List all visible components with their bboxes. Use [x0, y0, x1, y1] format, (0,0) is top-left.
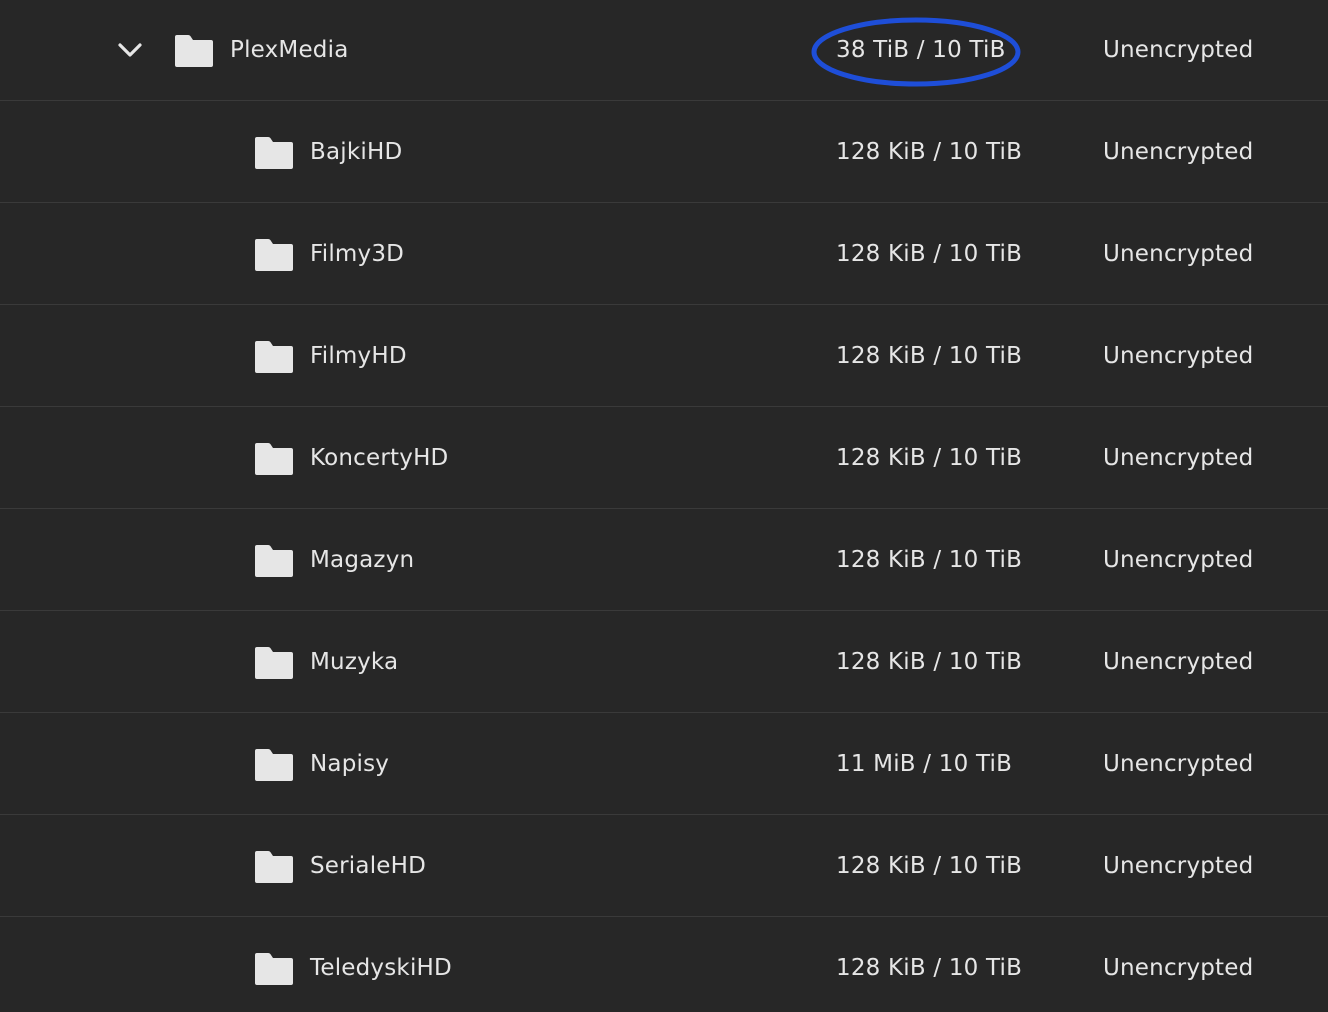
dataset-row-filmy3d[interactable]: Filmy3D 128 KiB / 10 TiB Unencrypted: [0, 204, 1328, 305]
dataset-encryption: Unencrypted: [1103, 751, 1254, 777]
dataset-name: SerialeHD: [310, 853, 427, 879]
folder-icon: [255, 137, 293, 169]
dataset-name: FilmyHD: [310, 343, 407, 369]
dataset-encryption: Unencrypted: [1103, 853, 1254, 879]
dataset-usage: 128 KiB / 10 TiB: [836, 139, 1023, 165]
folder-icon: [255, 749, 293, 781]
dataset-usage: 128 KiB / 10 TiB: [836, 343, 1023, 369]
dataset-encryption: Unencrypted: [1103, 37, 1254, 63]
folder-icon: [255, 647, 293, 679]
dataset-name: Magazyn: [310, 547, 415, 573]
folder-icon: [255, 545, 293, 577]
dataset-tree: PlexMedia 38 TiB / 10 TiB Unencrypted Ba…: [0, 0, 1328, 1012]
dataset-encryption: Unencrypted: [1103, 445, 1254, 471]
dataset-row-plexmedia[interactable]: PlexMedia 38 TiB / 10 TiB Unencrypted: [0, 0, 1328, 101]
dataset-name: PlexMedia: [230, 37, 349, 63]
dataset-row-teledyskihd[interactable]: TeledyskiHD 128 KiB / 10 TiB Unencrypted: [0, 918, 1328, 1012]
dataset-name: Muzyka: [310, 649, 399, 675]
chevron-down-icon[interactable]: [112, 36, 148, 66]
folder-icon: [255, 851, 293, 883]
dataset-usage: 128 KiB / 10 TiB: [836, 649, 1023, 675]
dataset-name: BajkiHD: [310, 139, 403, 165]
dataset-encryption: Unencrypted: [1103, 955, 1254, 981]
dataset-encryption: Unencrypted: [1103, 241, 1254, 267]
dataset-row-magazyn[interactable]: Magazyn 128 KiB / 10 TiB Unencrypted: [0, 510, 1328, 611]
dataset-name: KoncertyHD: [310, 445, 449, 471]
folder-icon: [255, 239, 293, 271]
dataset-usage: 11 MiB / 10 TiB: [836, 751, 1013, 777]
dataset-usage: 128 KiB / 10 TiB: [836, 547, 1023, 573]
dataset-row-napisy[interactable]: Napisy 11 MiB / 10 TiB Unencrypted: [0, 714, 1328, 815]
dataset-encryption: Unencrypted: [1103, 139, 1254, 165]
dataset-usage: 128 KiB / 10 TiB: [836, 241, 1023, 267]
dataset-usage: 128 KiB / 10 TiB: [836, 445, 1023, 471]
dataset-usage: 128 KiB / 10 TiB: [836, 853, 1023, 879]
dataset-row-filmyhd[interactable]: FilmyHD 128 KiB / 10 TiB Unencrypted: [0, 306, 1328, 407]
dataset-row-serialehd[interactable]: SerialeHD 128 KiB / 10 TiB Unencrypted: [0, 816, 1328, 917]
dataset-row-bajkihd[interactable]: BajkiHD 128 KiB / 10 TiB Unencrypted: [0, 102, 1328, 203]
dataset-name: Napisy: [310, 751, 390, 777]
folder-icon: [255, 443, 293, 475]
dataset-usage: 128 KiB / 10 TiB: [836, 955, 1023, 981]
dataset-row-muzyka[interactable]: Muzyka 128 KiB / 10 TiB Unencrypted: [0, 612, 1328, 713]
dataset-encryption: Unencrypted: [1103, 547, 1254, 573]
folder-icon: [255, 953, 293, 985]
folder-icon: [255, 341, 293, 373]
dataset-row-koncertyhd[interactable]: KoncertyHD 128 KiB / 10 TiB Unencrypted: [0, 408, 1328, 509]
dataset-name: TeledyskiHD: [310, 955, 452, 981]
folder-icon: [175, 35, 213, 67]
dataset-name: Filmy3D: [310, 241, 405, 267]
dataset-encryption: Unencrypted: [1103, 649, 1254, 675]
dataset-usage: 38 TiB / 10 TiB: [836, 37, 1006, 63]
dataset-encryption: Unencrypted: [1103, 343, 1254, 369]
